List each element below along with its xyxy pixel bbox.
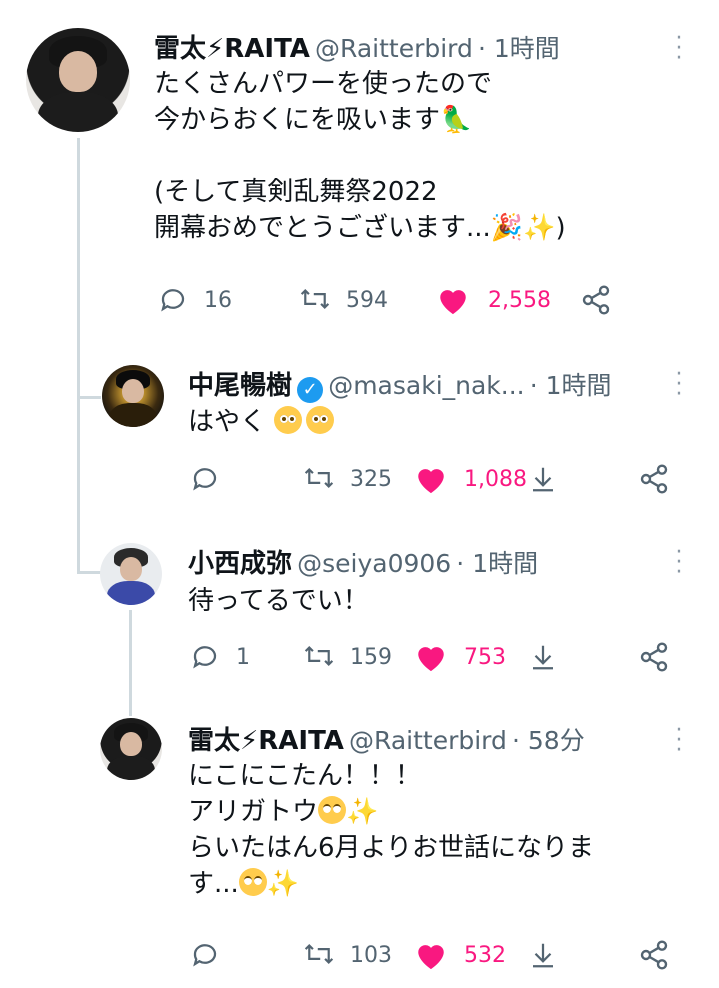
- share-icon[interactable]: [638, 939, 670, 971]
- tweet-line: はやく: [188, 404, 335, 440]
- heart-filled-icon[interactable]: [436, 284, 470, 316]
- tweet-header: 小西成弥 @seiya0906 · 1時間: [188, 543, 538, 580]
- more-options-icon[interactable]: · · ·: [672, 542, 686, 584]
- tweet-text: 待ってるでい！: [188, 583, 369, 619]
- pleading-face-emoji-icon: [274, 406, 303, 434]
- timestamp[interactable]: · 1時間: [530, 371, 612, 400]
- reply-icon[interactable]: [190, 463, 220, 493]
- tweet-line: アリガトウ ✨: [188, 796, 379, 827]
- party-popper-emoji-icon: 🎉: [490, 213, 524, 243]
- share-icon[interactable]: [638, 463, 670, 495]
- face-rolling-eyes-emoji-icon: [238, 868, 267, 896]
- avatar[interactable]: [100, 718, 162, 780]
- download-icon[interactable]: [528, 939, 558, 971]
- tweet-text: はやく: [188, 404, 335, 440]
- pleading-face-emoji-icon: [306, 406, 335, 434]
- user-handle[interactable]: @seiya0906: [297, 549, 451, 578]
- tweet-line: たくさんパワーを使ったので: [154, 69, 493, 99]
- verified-badge-icon: ✓: [297, 376, 324, 403]
- tweet-line: す... ✨: [188, 868, 300, 899]
- reply-count: 1: [236, 645, 250, 670]
- tweet-line: らいたはん6月よりお世話になりま: [188, 833, 595, 863]
- user-handle[interactable]: @Raitterbird: [315, 34, 473, 63]
- tweet-text: にこにこたん！！！ アリガトウ ✨ らいたはん6月よりお世話になりま す... ✨: [188, 758, 594, 902]
- share-icon[interactable]: [638, 641, 670, 673]
- tweet-header: 中尾暢樹 ✓ @masaki_nak... · 1時間: [188, 365, 612, 403]
- retweet-icon[interactable]: [302, 641, 336, 671]
- tweet-line: 開幕おめでとうございます...🎉✨): [154, 213, 566, 243]
- timestamp[interactable]: · 58分: [512, 726, 585, 755]
- reply-icon[interactable]: [158, 284, 188, 314]
- tweet-line: 待ってるでい！: [188, 586, 369, 616]
- retweet-count: 159: [350, 645, 392, 670]
- retweet-icon[interactable]: [298, 284, 332, 314]
- parrot-emoji-icon: 🦜: [440, 105, 473, 135]
- reply-icon[interactable]: [190, 641, 220, 671]
- thread-line-main: [77, 138, 80, 572]
- display-name[interactable]: 雷太⚡RAITA: [188, 726, 344, 756]
- timestamp[interactable]: · 1時間: [456, 549, 538, 578]
- display-name[interactable]: 中尾暢樹: [188, 371, 292, 401]
- heart-filled-icon[interactable]: [414, 939, 448, 971]
- display-name[interactable]: 小西成弥: [188, 549, 292, 579]
- retweet-count: 103: [350, 943, 392, 968]
- retweet-count: 325: [350, 467, 392, 492]
- sparkles-emoji-icon: ✨: [346, 797, 379, 827]
- more-options-icon[interactable]: · · ·: [672, 720, 686, 762]
- like-count: 2,558: [488, 288, 551, 313]
- avatar[interactable]: [26, 28, 130, 132]
- tweet-line: 今からおくにを吸います🦜: [154, 105, 473, 135]
- like-count: 532: [464, 943, 506, 968]
- retweet-count: 594: [346, 288, 388, 313]
- heart-filled-icon[interactable]: [414, 463, 448, 495]
- tweet-text: たくさんパワーを使ったので 今からおくにを吸います🦜 (そして真剣乱舞祭2022…: [154, 66, 566, 246]
- more-options-icon[interactable]: · · ·: [672, 364, 686, 406]
- thread-line-sub: [129, 610, 132, 716]
- tweet-line: (そして真剣乱舞祭2022: [154, 177, 438, 207]
- user-handle[interactable]: @masaki_nak...: [328, 371, 524, 400]
- avatar[interactable]: [100, 543, 162, 605]
- timestamp[interactable]: · 1時間: [478, 34, 560, 63]
- tweet-line: にこにこたん！！！: [188, 761, 421, 791]
- heart-filled-icon[interactable]: [414, 641, 448, 673]
- download-icon[interactable]: [528, 463, 558, 495]
- thread-line-branch-1: [77, 396, 101, 399]
- user-handle[interactable]: @Raitterbird: [349, 726, 507, 755]
- more-options-icon[interactable]: · · ·: [672, 28, 686, 70]
- face-rolling-eyes-emoji-icon: [318, 796, 347, 824]
- tweet-header: 雷太⚡RAITA @Raitterbird · 1時間: [154, 28, 560, 65]
- avatar[interactable]: [102, 365, 164, 427]
- download-icon[interactable]: [528, 641, 558, 673]
- like-count: 1,088: [464, 467, 527, 492]
- reply-count: 16: [204, 288, 232, 313]
- sparkles-emoji-icon: ✨: [523, 213, 556, 243]
- retweet-icon[interactable]: [302, 463, 336, 493]
- tweet-header: 雷太⚡RAITA @Raitterbird · 58分: [188, 720, 585, 757]
- reply-icon[interactable]: [190, 939, 220, 969]
- sparkles-emoji-icon: ✨: [266, 869, 300, 899]
- thread-line-branch-2: [77, 571, 101, 574]
- display-name[interactable]: 雷太⚡RAITA: [154, 34, 310, 64]
- like-count: 753: [464, 645, 506, 670]
- retweet-icon[interactable]: [302, 939, 336, 969]
- share-icon[interactable]: [580, 284, 612, 316]
